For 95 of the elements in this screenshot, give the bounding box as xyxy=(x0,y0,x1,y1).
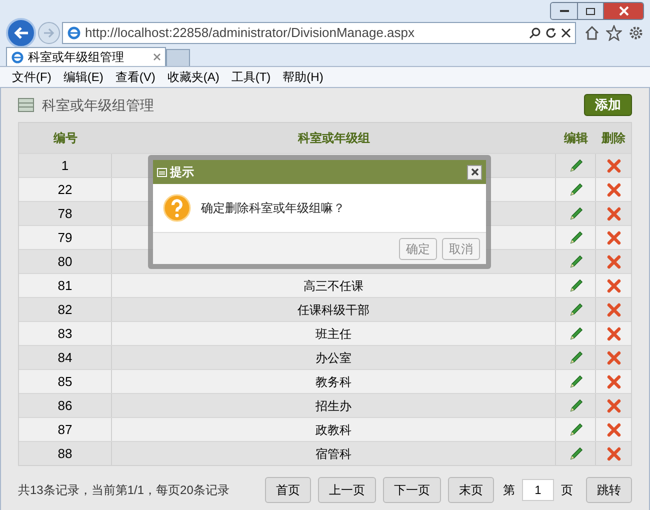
add-button[interactable]: 添加 xyxy=(584,94,632,116)
table-cell-text: 1 xyxy=(61,156,69,175)
delete-icon[interactable] xyxy=(606,278,622,294)
delete-icon[interactable] xyxy=(606,398,622,414)
table-cell-text: 高三不任课 xyxy=(304,278,364,294)
close-icon xyxy=(470,168,478,176)
close-icon xyxy=(618,6,628,16)
table-cell-text: 宿管科 xyxy=(316,446,352,462)
pager-button[interactable]: 末页 xyxy=(448,477,494,503)
menu-item[interactable]: 文件(F) xyxy=(12,68,52,86)
delete-icon[interactable] xyxy=(606,350,622,366)
window-icon xyxy=(157,168,167,176)
pager-button[interactable]: 上一页 xyxy=(318,477,376,503)
settings-icon[interactable] xyxy=(628,25,644,41)
column-header: 科室或年级组 xyxy=(298,130,370,147)
browser-logo-icon xyxy=(11,50,24,64)
pencil-icon[interactable] xyxy=(568,254,584,270)
table-cell-text: 80 xyxy=(58,252,72,271)
close-icon[interactable] xyxy=(153,53,161,61)
tab-title: 科室或年级组管理 xyxy=(28,49,125,66)
table-cell-text: 86 xyxy=(58,396,72,415)
dialog-message: 确定删除科室或年级组嘛？ xyxy=(201,200,345,217)
table-cell-text: 任课科级干部 xyxy=(298,302,370,318)
menu-item[interactable]: 编辑(E) xyxy=(63,68,104,86)
pencil-icon[interactable] xyxy=(568,350,584,366)
stop-icon[interactable] xyxy=(561,28,571,38)
url-text: http://localhost:22858/administrator/DivisionManage.aspx xyxy=(85,24,416,42)
menu-item[interactable]: 工具(T) xyxy=(231,68,271,86)
delete-icon[interactable] xyxy=(606,374,622,390)
table-cell-text: 88 xyxy=(58,444,72,463)
menu-item[interactable]: 帮助(H) xyxy=(282,68,324,86)
pencil-icon[interactable] xyxy=(568,278,584,294)
forward-arrow-icon xyxy=(43,28,55,38)
minimize-button[interactable] xyxy=(551,3,577,19)
refresh-icon[interactable] xyxy=(545,27,557,39)
delete-icon[interactable] xyxy=(606,230,622,246)
table-cell-text: 84 xyxy=(58,348,72,367)
grid-icon xyxy=(18,98,34,112)
pencil-icon[interactable] xyxy=(568,302,584,318)
menu-item[interactable]: 查看(V) xyxy=(115,68,156,86)
delete-icon[interactable] xyxy=(606,422,622,438)
table-cell-text: 83 xyxy=(58,324,72,343)
pager-button[interactable]: 下一页 xyxy=(383,477,441,503)
column-header: 编号 xyxy=(54,130,78,147)
go-button[interactable]: 跳转 xyxy=(586,477,632,503)
close-button[interactable] xyxy=(467,164,482,180)
star-icon[interactable] xyxy=(606,25,622,41)
pencil-icon[interactable] xyxy=(568,374,584,390)
table-cell-text: 78 xyxy=(58,204,72,223)
back-arrow-icon xyxy=(13,26,29,40)
maximize-button[interactable] xyxy=(577,3,603,19)
page-prefix: 第 xyxy=(503,482,515,499)
page-title: 科室或年级组管理 xyxy=(42,96,155,114)
question-icon xyxy=(163,194,191,222)
delete-icon[interactable] xyxy=(606,446,622,462)
table-cell-text: 87 xyxy=(58,420,72,439)
table-cell-text: 85 xyxy=(58,372,72,391)
page-input[interactable]: 1 xyxy=(522,479,554,501)
record-summary: 共13条记录，当前第1/1，每页20条记录 xyxy=(18,482,230,499)
search-icon[interactable] xyxy=(529,27,541,39)
close-button[interactable] xyxy=(603,3,643,19)
back-button[interactable] xyxy=(6,18,36,48)
table-cell-text: 81 xyxy=(58,276,72,295)
column-header: 编辑 xyxy=(564,130,588,147)
table-cell-text: 79 xyxy=(58,228,72,247)
table-cell-text: 教务科 xyxy=(316,374,352,390)
pencil-icon[interactable] xyxy=(568,422,584,438)
pencil-icon[interactable] xyxy=(568,446,584,462)
pencil-icon[interactable] xyxy=(568,230,584,246)
delete-icon[interactable] xyxy=(606,302,622,318)
browser-tab[interactable]: 科室或年级组管理 xyxy=(6,47,166,66)
dialog-title: 提示 xyxy=(170,164,195,181)
pencil-icon[interactable] xyxy=(568,158,584,174)
table-cell-text: 招生办 xyxy=(316,398,352,414)
page-suffix: 页 xyxy=(561,482,573,499)
pencil-icon[interactable] xyxy=(568,206,584,222)
pencil-icon[interactable] xyxy=(568,182,584,198)
table-cell-text: 政教科 xyxy=(316,422,352,438)
delete-icon[interactable] xyxy=(606,206,622,222)
table-cell-text: 办公室 xyxy=(316,350,352,366)
table-cell-text: 82 xyxy=(58,300,72,319)
pencil-icon[interactable] xyxy=(568,326,584,342)
column-header: 删除 xyxy=(602,130,626,147)
delete-icon[interactable] xyxy=(606,326,622,342)
pencil-icon[interactable] xyxy=(568,398,584,414)
browser-logo-icon xyxy=(67,26,81,40)
menu-item[interactable]: 收藏夹(A) xyxy=(167,68,220,86)
home-icon[interactable] xyxy=(584,25,600,41)
table-cell-text: 22 xyxy=(58,180,72,199)
table-cell-text: 班主任 xyxy=(316,326,352,342)
delete-icon[interactable] xyxy=(606,158,622,174)
pager-button[interactable]: 首页 xyxy=(265,477,311,503)
delete-icon[interactable] xyxy=(606,182,622,198)
delete-icon[interactable] xyxy=(606,254,622,270)
address-bar[interactable]: http://localhost:22858/administrator/DivisionManage.aspx xyxy=(62,22,576,44)
